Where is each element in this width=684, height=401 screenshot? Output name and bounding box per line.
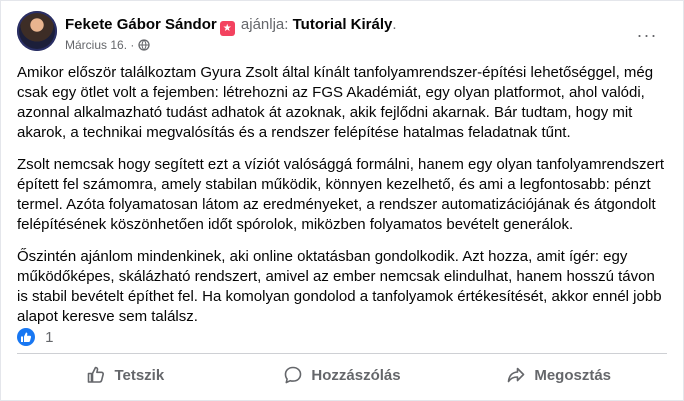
- post-actions: Tetszik Hozzászólás Megosztás: [17, 357, 667, 393]
- like-button[interactable]: Tetszik: [17, 357, 234, 393]
- post-date[interactable]: Március 16.: [65, 38, 127, 52]
- more-options-button[interactable]: ···: [635, 25, 659, 45]
- post-paragraph: Őszintén ajánlom mindenkinek, aki online…: [17, 248, 662, 325]
- recommends-label: ajánlja:: [240, 16, 289, 33]
- like-label: Tetszik: [114, 366, 165, 384]
- reactions-summary[interactable]: 1: [17, 328, 54, 348]
- post-paragraph: Amikor először találkoztam Gyura Zsolt á…: [17, 64, 654, 141]
- reaction-count: 1: [45, 329, 54, 346]
- star-badge-icon: ★: [219, 21, 235, 36]
- globe-icon[interactable]: [138, 39, 150, 51]
- share-button[interactable]: Megosztás: [450, 357, 667, 393]
- comment-button[interactable]: Hozzászólás: [234, 357, 451, 393]
- post-header: Fekete Gábor Sándor ★ ajánlja: Tutorial K…: [17, 11, 667, 61]
- thumbs-up-icon: [88, 366, 105, 383]
- author-name[interactable]: Fekete Gábor Sándor: [65, 16, 217, 33]
- author-avatar[interactable]: [17, 11, 57, 51]
- like-reaction-icon: [17, 328, 35, 346]
- page-link[interactable]: Tutorial Király: [293, 16, 393, 33]
- author-line: Fekete Gábor Sándor ★ ajánlja: Tutorial K…: [65, 16, 397, 36]
- comment-label: Hozzászólás: [311, 366, 401, 384]
- actions-divider: [17, 353, 667, 354]
- post-card: Fekete Gábor Sándor ★ ajánlja: Tutorial K…: [0, 0, 684, 401]
- post-paragraph: Zsolt nemcsak hogy segített ezt a víziót…: [17, 156, 664, 233]
- share-label: Megosztás: [534, 366, 612, 384]
- share-arrow-icon: [508, 367, 525, 383]
- post-meta: Március 16. ·: [65, 38, 150, 52]
- post-body: Amikor először találkoztam Gyura Zsolt á…: [17, 63, 669, 339]
- comment-bubble-icon: [285, 366, 302, 384]
- meta-separator: ·: [130, 38, 135, 52]
- page-suffix: .: [392, 16, 397, 33]
